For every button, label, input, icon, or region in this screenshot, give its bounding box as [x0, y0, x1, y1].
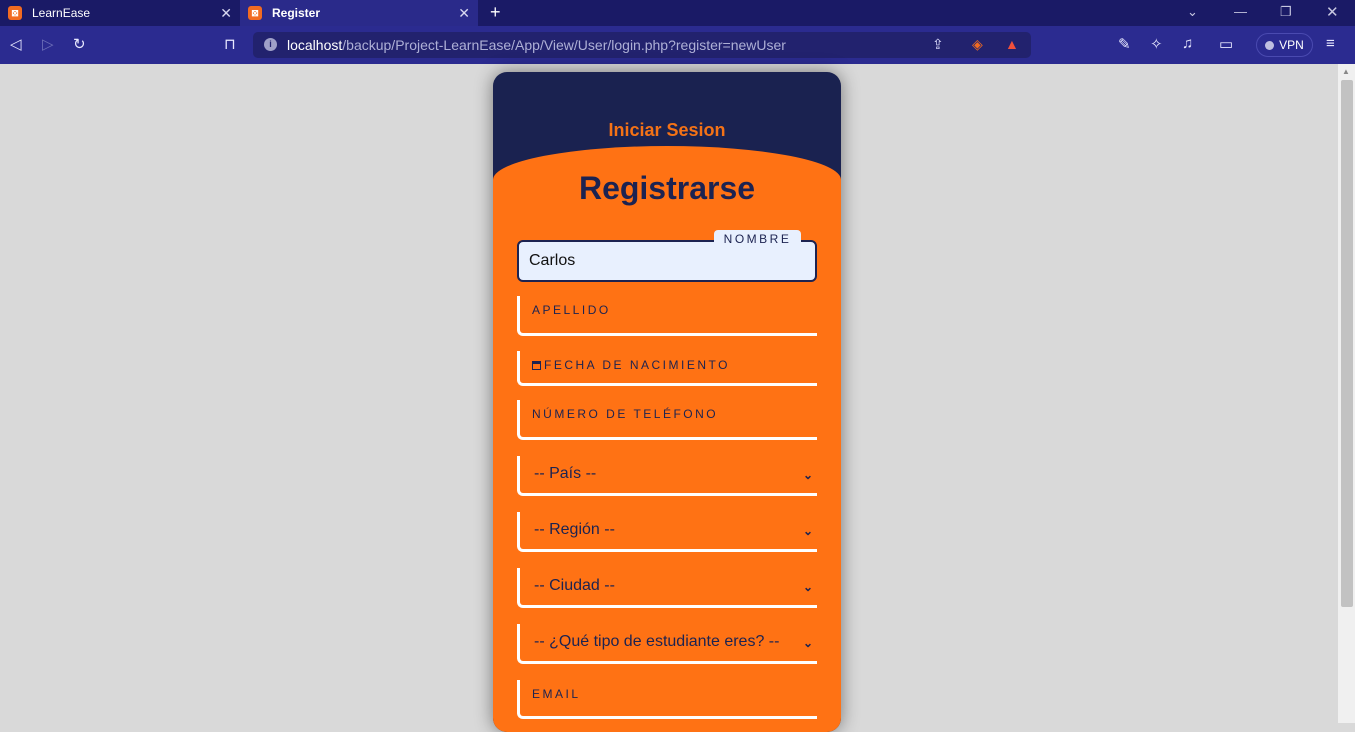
- url-text: localhost/backup/Project-LearnEase/App/V…: [287, 37, 786, 53]
- chevron-down-icon: ⌄: [802, 468, 813, 482]
- chevron-down-icon: ⌄: [802, 636, 813, 650]
- email-label: EMAIL: [532, 687, 581, 701]
- xampp-icon: ⊠: [8, 6, 22, 20]
- vpn-label: VPN: [1279, 38, 1304, 52]
- extensions-icon[interactable]: ✧: [1150, 35, 1163, 53]
- back-icon[interactable]: ◁: [10, 35, 22, 53]
- brave-shield-icon[interactable]: ◈: [972, 36, 983, 53]
- chevron-down-icon: ⌄: [802, 580, 813, 594]
- tab-bar: ⊠ LearnEase ✕ ⊠ Register ✕ + ⌄ — ❐ ✕: [0, 0, 1355, 26]
- student-type-select[interactable]: -- ¿Qué tipo de estudiante eres? -- ⌄: [517, 624, 817, 664]
- bookmark-icon[interactable]: ⊓: [224, 35, 236, 53]
- phone-input[interactable]: NÚMERO DE TELÉFONO: [517, 400, 817, 440]
- login-toggle[interactable]: Iniciar Sesion: [493, 120, 841, 141]
- share-icon[interactable]: ⇪: [932, 36, 944, 53]
- menu-icon[interactable]: ≡: [1326, 35, 1335, 52]
- tab-title: Register: [272, 6, 321, 20]
- brave-rewards-icon[interactable]: ▲: [1005, 36, 1019, 52]
- calendar-icon: [532, 361, 541, 370]
- country-select[interactable]: -- País -- ⌄: [517, 456, 817, 496]
- xampp-icon: ⊠: [248, 6, 262, 20]
- city-value: -- Ciudad --: [534, 577, 615, 594]
- city-select[interactable]: -- Ciudad -- ⌄: [517, 568, 817, 608]
- auth-card: Iniciar Sesion Registrarse Carlos NOMBRE…: [493, 72, 841, 732]
- scroll-up-icon[interactable]: ▲: [1342, 67, 1350, 76]
- vpn-button[interactable]: VPN: [1256, 33, 1313, 57]
- vpn-status-icon: [1265, 40, 1275, 50]
- region-value: -- Región --: [534, 521, 615, 538]
- forward-icon[interactable]: ▷: [42, 35, 54, 53]
- close-icon[interactable]: ✕: [220, 5, 232, 22]
- region-select[interactable]: -- Región -- ⌄: [517, 512, 817, 552]
- tab-register[interactable]: ⊠ Register ✕: [240, 0, 478, 26]
- phone-label: NÚMERO DE TELÉFONO: [532, 407, 719, 421]
- name-value: Carlos: [529, 252, 576, 269]
- tab-title: LearnEase: [32, 6, 91, 20]
- tab-list-icon[interactable]: ⌄: [1187, 4, 1198, 20]
- address-bar[interactable]: i localhost/backup/Project-LearnEase/App…: [253, 32, 1031, 58]
- minimize-icon[interactable]: —: [1234, 4, 1247, 19]
- country-value: -- País --: [534, 465, 597, 482]
- birthdate-label: FECHA DE NACIMIENTO: [532, 358, 730, 372]
- scrollbar-thumb[interactable]: [1341, 80, 1353, 607]
- name-label: NOMBRE: [714, 230, 801, 249]
- email-input[interactable]: EMAIL: [517, 680, 817, 719]
- chevron-down-icon: ⌄: [802, 524, 813, 538]
- new-tab-icon[interactable]: +: [490, 2, 501, 23]
- restore-icon[interactable]: ❐: [1280, 4, 1292, 20]
- pen-icon[interactable]: ✎: [1118, 35, 1131, 53]
- site-info-icon[interactable]: i: [264, 38, 277, 51]
- window-close-icon[interactable]: ✕: [1326, 3, 1339, 21]
- birthdate-input[interactable]: FECHA DE NACIMIENTO: [517, 351, 817, 386]
- close-icon[interactable]: ✕: [458, 5, 470, 22]
- student-type-value: -- ¿Qué tipo de estudiante eres? --: [534, 633, 780, 650]
- register-title: Registrarse: [578, 170, 756, 206]
- apellido-label: APELLIDO: [532, 303, 611, 317]
- apellido-input[interactable]: APELLIDO: [517, 296, 817, 336]
- reload-icon[interactable]: ↻: [73, 35, 86, 53]
- tab-learnease[interactable]: ⊠ LearnEase ✕: [0, 0, 240, 26]
- wallet-icon[interactable]: ▭: [1219, 35, 1233, 53]
- music-icon[interactable]: ♫: [1182, 35, 1193, 52]
